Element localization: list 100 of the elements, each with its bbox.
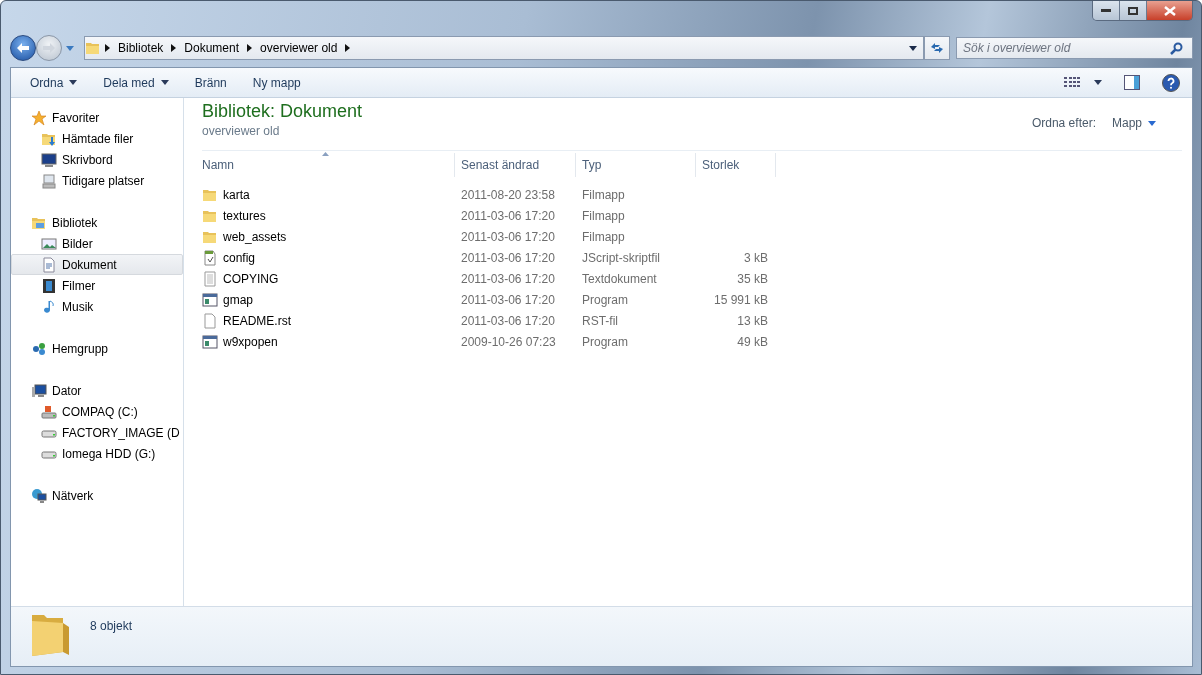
toolbar-button[interactable]: Ordna <box>21 71 87 94</box>
homegroup-icon <box>31 340 47 357</box>
file-name[interactable]: README.rst <box>223 313 291 328</box>
file-type: RST-fil <box>582 313 618 328</box>
column-header[interactable]: Senast ändrad <box>455 153 576 177</box>
arrange-by-dropdown[interactable]: Mapp <box>1111 116 1156 130</box>
refresh-button[interactable] <box>924 36 950 60</box>
nav-item[interactable]: Hemgrupp <box>11 338 183 359</box>
modified-date: 2011-03-06 17:20 <box>461 313 555 328</box>
toolbar-button[interactable]: Dela med <box>94 71 178 94</box>
file-size: 13 kB <box>737 313 768 328</box>
modified-date: 2011-03-06 17:20 <box>461 229 555 244</box>
preview-pane-icon[interactable] <box>1124 75 1140 90</box>
nav-item[interactable]: Musik <box>11 296 183 317</box>
minimize-button[interactable] <box>1093 1 1120 20</box>
nav-item[interactable]: Filmer <box>11 275 183 296</box>
column-header[interactable]: Typ <box>576 153 696 177</box>
script-file-icon <box>202 249 218 266</box>
film-icon <box>41 277 57 294</box>
modified-date: 2011-03-06 17:20 <box>461 208 555 223</box>
nav-item[interactable]: Dator <box>11 380 183 401</box>
history-caret-icon[interactable] <box>66 45 74 51</box>
file-type: Program <box>582 334 628 349</box>
breadcrumb[interactable]: overviewer old <box>260 41 338 55</box>
toolbar-button[interactable]: Bränn <box>185 71 236 94</box>
nav-item[interactable]: COMPAQ (C:) <box>11 401 183 422</box>
search-field[interactable]: Sök i overviewer old <box>956 37 1193 59</box>
file-name[interactable]: textures <box>223 208 266 223</box>
close-icon <box>1163 5 1176 16</box>
system-drive-icon <box>41 403 57 420</box>
modified-date: 2011-03-06 17:20 <box>461 271 555 286</box>
program-window-icon <box>202 291 218 308</box>
modified-date: 2011-03-06 17:20 <box>461 292 555 307</box>
blank-file-icon <box>202 312 218 329</box>
file-name[interactable]: karta <box>223 187 250 202</box>
nav-item[interactable]: FACTORY_IMAGE (D <box>11 422 183 443</box>
file-size: 35 kB <box>737 271 768 286</box>
column-header[interactable]: Storlek <box>696 153 776 177</box>
file-size: 3 kB <box>744 250 768 265</box>
file-name[interactable]: gmap <box>223 292 254 307</box>
view-options-icon[interactable] <box>1064 76 1080 89</box>
column-header[interactable]: Namn <box>202 153 455 177</box>
file-size: 15 991 kB <box>713 292 768 307</box>
file-type: JScript-skriptfil <box>582 250 660 265</box>
monitor-icon <box>41 151 57 168</box>
file-name[interactable]: COPYING <box>223 271 279 286</box>
file-name[interactable]: web_assets <box>223 229 287 244</box>
search-icon <box>1170 42 1183 55</box>
picture-icon <box>41 235 57 252</box>
nav-item[interactable]: Bibliotek <box>11 212 183 233</box>
nav-item[interactable]: Tidigare platser <box>11 170 183 191</box>
library-subtitle: overviewer old <box>202 124 281 138</box>
nav-item[interactable]: Bilder <box>11 233 183 254</box>
computer-icon <box>31 382 47 399</box>
file-size: 49 kB <box>737 334 768 349</box>
library-title: Bibliotek: Dokument <box>202 101 363 122</box>
program-window-icon <box>202 333 218 350</box>
chevron-icon[interactable] <box>247 44 253 52</box>
modified-date: 2011-03-06 17:20 <box>461 250 555 265</box>
address-bar[interactable]: Bibliotek Dokument overviewer old <box>84 36 924 60</box>
maximize-button[interactable] <box>1120 1 1147 20</box>
address-dropdown-icon[interactable] <box>909 45 917 51</box>
chevron-icon[interactable] <box>105 44 110 52</box>
refresh-icon <box>930 42 944 54</box>
minimize-icon <box>1101 8 1111 13</box>
breadcrumb[interactable]: Dokument <box>184 41 240 55</box>
arrange-by-label: Ordna efter: <box>1031 116 1096 130</box>
forward-arrow-icon <box>42 42 56 54</box>
nav-item[interactable]: Dokument <box>11 254 183 275</box>
network-icon <box>31 487 47 504</box>
file-name[interactable]: w9xpopen <box>223 334 278 349</box>
breadcrumb[interactable]: Bibliotek <box>118 41 164 55</box>
text-file-icon <box>202 270 218 287</box>
nav-item[interactable]: Hämtade filer <box>11 128 183 149</box>
file-type: Filmapp <box>582 187 625 202</box>
file-name[interactable]: config <box>223 250 256 265</box>
back-arrow-icon <box>16 42 30 54</box>
music-note-icon <box>41 298 57 315</box>
file-type: Program <box>582 292 628 307</box>
document-icon <box>41 256 57 273</box>
sort-arrow-icon <box>322 152 329 156</box>
nav-item[interactable]: Nätverk <box>11 485 183 506</box>
star-icon <box>31 109 47 126</box>
modified-date: 2009-10-26 07:23 <box>461 334 556 349</box>
nav-item[interactable]: Skrivbord <box>11 149 183 170</box>
item-count: 8 objekt <box>90 619 133 633</box>
back-button[interactable] <box>10 35 36 61</box>
file-type: Filmapp <box>582 208 625 223</box>
chevron-icon[interactable] <box>171 44 177 52</box>
nav-item[interactable]: Iomega HDD (G:) <box>11 443 183 464</box>
maximize-icon <box>1128 6 1138 15</box>
chevron-icon[interactable] <box>345 44 351 52</box>
caret-icon <box>1148 120 1156 126</box>
folder-icon <box>85 40 101 56</box>
file-type: Filmapp <box>582 229 625 244</box>
nav-item[interactable]: Favoriter <box>11 107 183 128</box>
help-icon[interactable] <box>1162 73 1180 92</box>
close-button[interactable] <box>1147 1 1192 20</box>
file-type: Textdokument <box>582 271 657 286</box>
toolbar-button[interactable]: Ny mapp <box>243 71 310 94</box>
